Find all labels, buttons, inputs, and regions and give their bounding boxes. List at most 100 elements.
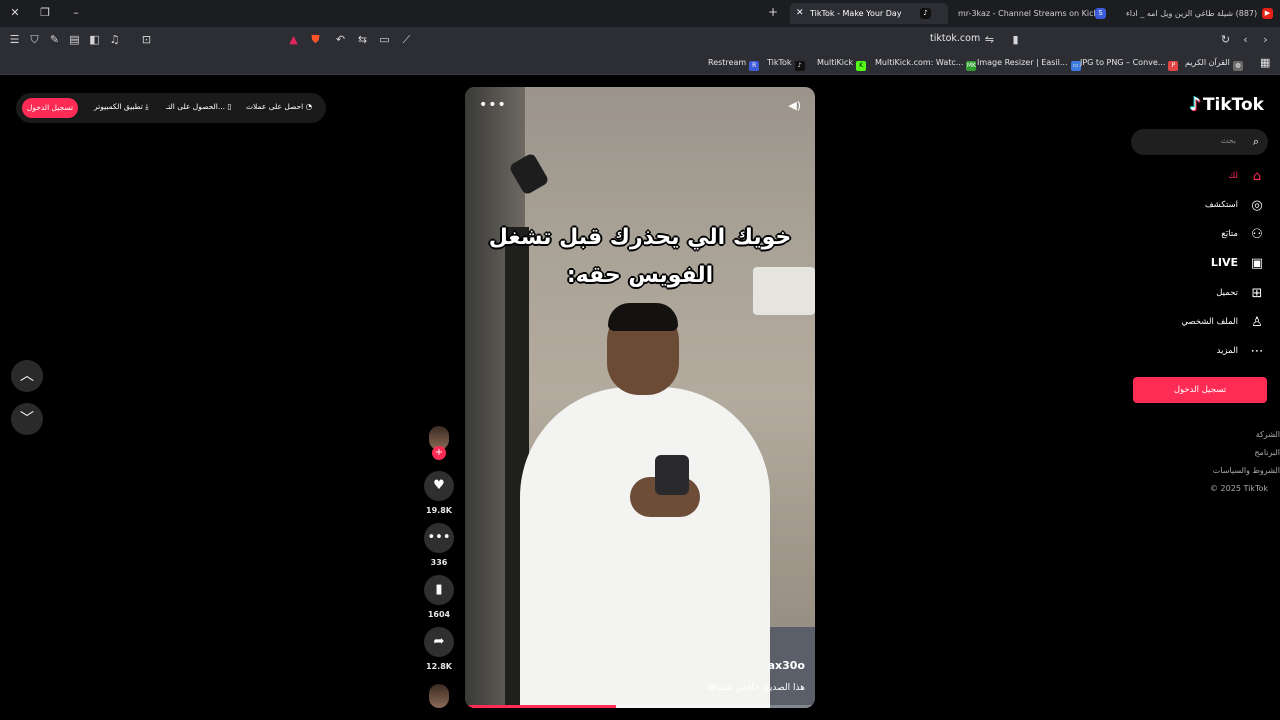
bookmark-label: TikTok: [767, 58, 792, 67]
like-count: 19.8K: [426, 506, 452, 515]
sidebar-item-label: متابَع: [1221, 229, 1238, 239]
bookmarks-grid-icon[interactable]: ▦: [1260, 56, 1270, 69]
minimize-window-icon[interactable]: –: [68, 5, 84, 21]
sidebar-item-explore[interactable]: ◎ استكشف: [1146, 196, 1266, 216]
reload-icon[interactable]: ↻: [1219, 33, 1232, 46]
restream-icon: R: [749, 61, 760, 71]
tiktok-logo[interactable]: ♪ TikTok: [1189, 94, 1264, 115]
bookmark-label: القرآن الكريم: [1185, 58, 1230, 67]
bookmark-label: JPG to PNG – Conve...: [1080, 58, 1166, 67]
music-icon[interactable]: ♫: [108, 33, 121, 46]
bookmark-label: Restream: [708, 58, 747, 67]
video-player[interactable]: خويك الي يحذرك قبل تشغل الفويس حقه: ••• …: [465, 87, 815, 708]
sidebar-item-label: LIVE: [1210, 256, 1238, 269]
search-placeholder: بحث: [1220, 136, 1236, 145]
sidebar-icon[interactable]: ◧: [88, 33, 101, 46]
back-icon[interactable]: ‹: [1239, 33, 1252, 46]
login-button[interactable]: تسجيل الدخول: [22, 98, 78, 118]
bookmark-quran[interactable]: القرآن الكريم ◍: [1185, 58, 1243, 71]
share-button[interactable]: ➦: [424, 627, 454, 657]
comment-icon: •••: [427, 530, 451, 545]
save-button[interactable]: ▮: [424, 575, 454, 605]
bookmark-image-resizer[interactable]: Image Resizer | Easil... ▭: [977, 58, 1081, 71]
tab-kick[interactable]: mr-3kaz - Channel Streams on Kick S: [955, 3, 1115, 24]
sidebar-item-live[interactable]: ▣ LIVE: [1146, 254, 1266, 274]
tiktok-favicon-icon: ♪: [920, 8, 931, 19]
pulse-icon[interactable]: ⟋: [400, 33, 413, 46]
tabs-icon[interactable]: ▤: [68, 33, 81, 46]
follow-plus-icon[interactable]: +: [432, 446, 446, 460]
address-bar[interactable]: tiktok.com: [930, 33, 980, 44]
tab-tiktok[interactable]: ✕ TikTok - Make Your Day ♪: [790, 3, 948, 24]
footer-link-program[interactable]: البرنامج: [1254, 448, 1280, 457]
desktop-app-link[interactable]: تطبيق الكمبيوتر ⤓: [94, 102, 149, 112]
bookmark-label: MultiKick: [817, 58, 854, 67]
shield-icon[interactable]: ⛉: [28, 33, 41, 46]
sidebar-item-for-you[interactable]: ⌂ لك: [1146, 167, 1266, 187]
bookmark-multikick[interactable]: MultiKick K: [817, 58, 867, 71]
video-person-body: [520, 387, 770, 708]
sidebar-item-following[interactable]: ⚇ متابَع: [1146, 225, 1266, 245]
multikick-watch-icon: MK: [966, 61, 977, 71]
share-count: 12.8K: [426, 662, 452, 671]
tab-youtube[interactable]: (887) شيلة طاغي الزين ويل امه _ اداء ▶: [1124, 3, 1276, 24]
video-author-handle[interactable]: ax30o: [768, 659, 805, 672]
window-icon[interactable]: ⊡: [140, 33, 153, 46]
footer-copyright: © 2025 TikTok: [1210, 484, 1268, 493]
youtube-favicon-icon: ▶: [1262, 8, 1273, 19]
sidebar-item-more[interactable]: ⋯ المزيد: [1146, 342, 1266, 362]
footer-link-terms[interactable]: الشروط والسياسات: [1213, 466, 1280, 475]
sidebar-item-label: تحميل: [1216, 288, 1238, 298]
sidebar-item-upload[interactable]: ⊞ تحميل: [1146, 284, 1266, 304]
search-icon[interactable]: ⌕: [1253, 135, 1259, 149]
forward-icon[interactable]: ›: [1259, 33, 1272, 46]
get-app-link[interactable]: الحصول على التـ... ▯: [166, 102, 232, 111]
comment-button[interactable]: •••: [424, 523, 454, 553]
tab-title: TikTok - Make Your Day: [810, 9, 902, 18]
heart-icon: ♥: [433, 478, 445, 493]
search-input[interactable]: بحث ⌕: [1131, 129, 1268, 155]
bookmark-restream[interactable]: Restream R: [708, 58, 760, 71]
video-options-icon[interactable]: •••: [479, 97, 507, 113]
site-settings-icon[interactable]: ⇋: [983, 33, 996, 46]
live-icon: ▣: [1250, 256, 1264, 271]
sidebar-item-label: استكشف: [1204, 200, 1238, 210]
next-video-button[interactable]: ﹀: [11, 403, 43, 435]
get-coins-label: احصل على عملات: [246, 102, 304, 111]
desktop-app-label: تطبيق الكمبيوتر: [94, 102, 143, 111]
bookmark-jpg-to-png[interactable]: JPG to PNG – Conve... P: [1080, 58, 1179, 71]
volume-icon[interactable]: ◀): [788, 99, 801, 112]
close-window-icon[interactable]: ✕: [7, 5, 23, 21]
bookmark-tiktok[interactable]: TikTok ♪: [767, 58, 805, 71]
get-coins-link[interactable]: احصل على عملات ◔: [246, 102, 312, 111]
bookmarks-bar: Restream R TikTok ♪ MultiKick K MultiKick.c…: [0, 53, 1280, 75]
translate-icon[interactable]: ⇆: [356, 33, 369, 46]
video-person-hair: [608, 303, 678, 331]
brave-shield-icon[interactable]: ⛊: [309, 33, 322, 46]
bookmark-icon: ▮: [435, 582, 443, 597]
menu-icon[interactable]: ☰: [8, 33, 21, 46]
restore-window-icon[interactable]: ❐: [37, 5, 53, 21]
like-button[interactable]: ♥: [424, 471, 454, 501]
video-progress-bar[interactable]: [465, 705, 815, 708]
coin-icon: ◔: [305, 102, 313, 111]
close-tab-icon[interactable]: ✕: [796, 3, 804, 24]
screen-icon[interactable]: ▭: [378, 33, 391, 46]
browser-tab-bar: ✕ ❐ – + ✕ TikTok - Make Your Day ♪ mr-3k…: [0, 0, 1280, 27]
video-caption-overlay: خويك الي يحذرك قبل تشغل الفويس حقه:: [465, 219, 815, 295]
caption-line-1: خويك الي يحذرك قبل تشغل: [488, 225, 792, 250]
pin-icon[interactable]: ✎: [48, 33, 61, 46]
sidebar-item-profile[interactable]: ♙ الملف الشخصي: [1146, 313, 1266, 333]
footer-link-company[interactable]: الشركة: [1256, 430, 1280, 439]
video-person-phone: [655, 455, 689, 495]
tiktok-icon: ♪: [794, 61, 805, 71]
undo-icon[interactable]: ↶: [334, 33, 347, 46]
bookmark-multikick-watch[interactable]: MultiKick.com: Watc... MK: [875, 58, 977, 71]
following-icon: ⚇: [1251, 227, 1263, 242]
aria-icon[interactable]: ▲: [287, 33, 300, 46]
bookmark-icon[interactable]: ▮: [1009, 33, 1022, 46]
sidebar-login-button[interactable]: تسجيل الدخول: [1133, 377, 1267, 403]
previous-video-button[interactable]: ︿: [11, 360, 43, 392]
sound-avatar[interactable]: [429, 684, 449, 708]
new-tab-button[interactable]: +: [768, 5, 778, 19]
